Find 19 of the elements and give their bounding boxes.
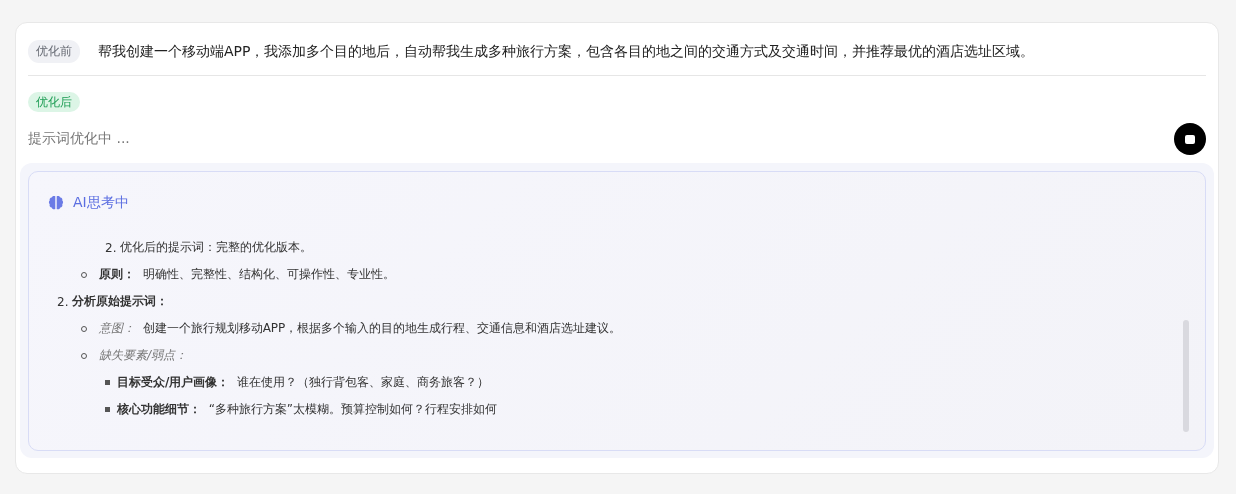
item-text: 原则： 明确性、完整性、结构化、可操作性、专业性。 (99, 266, 395, 283)
stop-button[interactable] (1174, 123, 1206, 155)
item-text: 缺失要素/弱点： (99, 347, 188, 364)
scrollbar[interactable] (1183, 320, 1189, 432)
item-text: 分析原始提示词： (72, 293, 169, 310)
original-prompt: 帮我创建一个移动端APP，我添加多个目的地后，自动帮我生成多种旅行方案，包含各目的地之间的交通方式及交通时间，并推荐最优的酒店选址区域。 (98, 42, 1035, 61)
after-tag: 优化后 (28, 92, 80, 112)
list-number: 2. (105, 240, 117, 255)
item-text: 核心功能细节： “多种旅行方案”太模糊。预算控制如何？行程安排如何 (117, 401, 498, 418)
item-text: 优化后的提示词：完整的优化版本。 (120, 239, 313, 256)
before-tag: 优化前 (28, 40, 80, 63)
bullet-icon (105, 380, 110, 385)
list-number: 2. (57, 294, 69, 309)
bullet-icon (105, 407, 110, 412)
thinking-title: AI思考中 (73, 194, 129, 212)
status-text: 提示词优化中 ... (28, 130, 130, 148)
item-text: 意图： 创建一个旅行规划移动APP，根据多个输入的目的地生成行程、交通信息和酒店选址建议。 (99, 320, 622, 337)
brain-icon (47, 194, 65, 212)
item-text: 目标受众/用户画像： 谁在使用？（独行背包客、家庭、商务旅客？） (117, 374, 490, 391)
